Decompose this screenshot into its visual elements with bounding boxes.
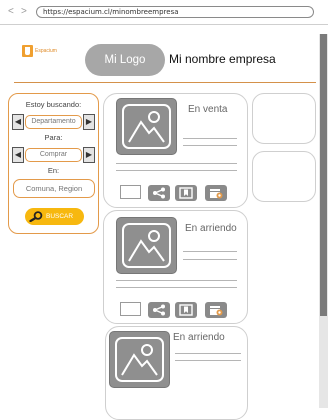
- text-line: [116, 170, 237, 171]
- image-placeholder-icon: [109, 331, 170, 388]
- property-type-value[interactable]: Departamento: [25, 115, 82, 129]
- search-button-label: BUSCAR: [46, 213, 74, 220]
- text-line: [183, 145, 237, 146]
- company-name: Mi nombre empresa: [169, 52, 276, 66]
- calendar-icon: [210, 189, 223, 199]
- browser-toolbar: < > https://espacium.cl/minombreempresa: [0, 0, 328, 26]
- listing-status: En venta: [188, 104, 228, 115]
- text-line: [183, 138, 237, 139]
- text-line: [175, 360, 241, 361]
- brand-logo[interactable]: Espacium: [22, 45, 66, 59]
- listing-status: En arriendo: [185, 223, 237, 234]
- bookmark-button[interactable]: [175, 185, 197, 201]
- search-button[interactable]: BUSCAR: [25, 208, 84, 225]
- operation-next-button[interactable]: ▶: [83, 147, 95, 163]
- listing-actions: [120, 185, 240, 201]
- operation-prev-button[interactable]: ◀: [12, 147, 24, 163]
- forward-arrow-icon[interactable]: >: [21, 7, 27, 17]
- toolbar-divider: [0, 24, 328, 25]
- search-icon: [29, 211, 43, 222]
- share-icon: [153, 304, 165, 316]
- text-line: [183, 251, 237, 252]
- for-label: Para:: [44, 133, 63, 142]
- text-line: [175, 353, 241, 354]
- in-label: En:: [47, 166, 60, 175]
- bookmark-button[interactable]: [175, 302, 197, 318]
- bookmark-icon: [179, 187, 193, 199]
- image-placeholder-icon: [116, 98, 177, 155]
- brand-text: Espacium: [35, 48, 57, 54]
- share-button[interactable]: [148, 302, 170, 318]
- share-button[interactable]: [148, 185, 170, 201]
- listing-card[interactable]: En arriendo: [103, 210, 248, 324]
- brand-mark-icon: [22, 45, 33, 57]
- calendar-icon: [210, 306, 223, 316]
- scrollbar-thumb[interactable]: [320, 34, 327, 316]
- listing-card[interactable]: En arriendo: [105, 326, 248, 420]
- text-line: [116, 163, 237, 164]
- listing-status: En arriendo: [173, 332, 225, 343]
- header-divider: [14, 82, 316, 83]
- location-input[interactable]: [13, 179, 95, 198]
- company-logo-placeholder: Mi Logo: [85, 44, 165, 76]
- schedule-visit-button[interactable]: [205, 185, 227, 201]
- property-type-next-button[interactable]: ▶: [83, 114, 95, 130]
- address-bar[interactable]: https://espacium.cl/minombreempresa: [36, 6, 314, 18]
- select-checkbox[interactable]: [120, 185, 141, 199]
- text-line: [116, 287, 237, 288]
- property-type-select[interactable]: ◀ Departamento ▶: [12, 114, 95, 130]
- back-arrow-icon[interactable]: <: [8, 7, 14, 17]
- share-icon: [153, 187, 165, 199]
- operation-select[interactable]: ◀ Comprar ▶: [12, 147, 95, 163]
- listing-card[interactable]: En venta: [103, 93, 248, 208]
- operation-value[interactable]: Comprar: [25, 148, 82, 162]
- listing-actions: [120, 302, 240, 318]
- looking-for-label: Estoy buscando:: [25, 100, 82, 109]
- placeholder-box: [252, 93, 316, 144]
- placeholder-box: [252, 151, 316, 202]
- text-line: [183, 259, 237, 260]
- schedule-visit-button[interactable]: [205, 302, 227, 318]
- image-placeholder-icon: [116, 217, 177, 274]
- property-type-prev-button[interactable]: ◀: [12, 114, 24, 130]
- bookmark-icon: [179, 304, 193, 316]
- select-checkbox[interactable]: [120, 302, 141, 316]
- text-line: [116, 280, 237, 281]
